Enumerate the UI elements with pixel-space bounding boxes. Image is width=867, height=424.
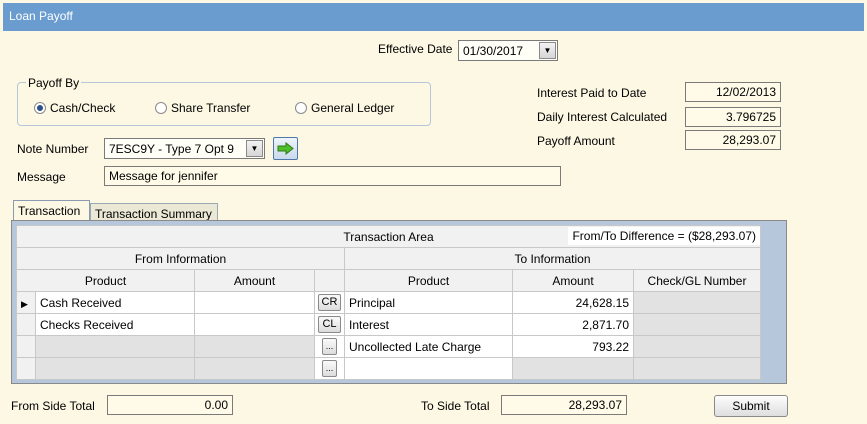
radio-general-ledger-label: General Ledger: [311, 101, 395, 115]
button-cell: CR: [314, 291, 345, 314]
ellipsis-button[interactable]: ...: [321, 338, 338, 355]
effective-date-value: 01/30/2017: [463, 44, 524, 58]
from-amount-cell[interactable]: [194, 313, 315, 336]
radio-cash-check[interactable]: Cash/Check: [34, 101, 115, 115]
to-amount-cell[interactable]: 793.22: [512, 335, 634, 358]
current-row-icon: ▶: [21, 298, 28, 309]
interest-paid-label: Interest Paid to Date: [537, 86, 647, 100]
transaction-area-title: Transaction Area: [343, 229, 434, 244]
radio-general-ledger[interactable]: General Ledger: [295, 101, 394, 115]
tab-transaction[interactable]: Transaction: [13, 200, 90, 222]
column-header-to-amount[interactable]: Amount: [512, 269, 634, 292]
radio-icon[interactable]: [295, 102, 307, 114]
to-product-cell[interactable]: Interest: [344, 313, 513, 336]
table-row[interactable]: ▶ Cash Received CR Principal 24,628.15: [16, 291, 761, 314]
to-product-cell[interactable]: [344, 357, 513, 380]
from-product-cell[interactable]: Cash Received: [35, 291, 195, 314]
note-number-value: 7ESC9Y - Type 7 Opt 9: [109, 142, 234, 156]
column-header-check-gl[interactable]: Check/GL Number: [633, 269, 761, 292]
difference-text: From/To Difference = ($28,293.07): [568, 227, 760, 245]
radio-cash-check-label: Cash/Check: [50, 101, 116, 115]
transaction-table: Transaction Area From/To Difference = ($…: [16, 225, 761, 380]
table-row[interactable]: Checks Received CL Interest 2,871.70: [16, 313, 761, 336]
column-header-from-amount[interactable]: Amount: [194, 269, 315, 292]
go-button[interactable]: [273, 137, 298, 160]
to-side-total-label: To Side Total: [421, 399, 490, 413]
to-side-total-field: 28,293.07: [501, 395, 627, 415]
message-label: Message: [17, 170, 66, 184]
note-number-select[interactable]: 7ESC9Y - Type 7 Opt 9 ▼: [104, 138, 265, 159]
note-number-label: Note Number: [17, 142, 89, 156]
from-product-cell[interactable]: [35, 335, 195, 358]
interest-paid-field: 12/02/2013: [685, 82, 781, 102]
daily-interest-label: Daily Interest Calculated: [537, 110, 668, 124]
radio-share-transfer[interactable]: Share Transfer: [155, 101, 250, 115]
transaction-area-header: Transaction Area From/To Difference = ($…: [16, 225, 761, 248]
from-amount-cell[interactable]: [194, 291, 315, 314]
row-selector[interactable]: [16, 357, 36, 380]
row-selector[interactable]: [16, 335, 36, 358]
to-amount-cell[interactable]: 2,871.70: [512, 313, 634, 336]
button-cell: CL: [314, 313, 345, 336]
to-amount-cell[interactable]: [512, 357, 634, 380]
radio-share-transfer-label: Share Transfer: [171, 101, 251, 115]
check-gl-cell[interactable]: [633, 335, 761, 358]
check-gl-cell[interactable]: [633, 313, 761, 336]
to-amount-cell[interactable]: 24,628.15: [512, 291, 634, 314]
tab-transaction-label: Transaction: [18, 204, 81, 218]
effective-date-select[interactable]: 01/30/2017 ▼: [458, 40, 558, 61]
from-side-total-field: 0.00: [107, 395, 233, 415]
effective-date-label: Effective Date: [378, 42, 453, 56]
from-amount-cell[interactable]: [194, 335, 315, 358]
to-product-cell[interactable]: Uncollected Late Charge: [344, 335, 513, 358]
payoff-by-label: Payoff By: [26, 76, 82, 90]
checks-received-button[interactable]: CL: [318, 316, 341, 333]
from-product-cell[interactable]: Checks Received: [35, 313, 195, 336]
to-product-cell[interactable]: Principal: [344, 291, 513, 314]
payoff-amount-label: Payoff Amount: [537, 134, 615, 148]
from-side-total-label: From Side Total: [11, 399, 95, 413]
check-gl-cell[interactable]: [633, 291, 761, 314]
payoff-amount-field: 28,293.07: [685, 130, 781, 150]
from-information-header: From Information: [16, 247, 345, 270]
arrow-right-icon: [277, 142, 294, 155]
radio-selected-icon[interactable]: [34, 102, 46, 114]
button-cell: ...: [314, 357, 345, 380]
chevron-down-icon[interactable]: ▼: [246, 140, 263, 157]
chevron-down-icon[interactable]: ▼: [539, 42, 556, 59]
submit-button[interactable]: Submit: [714, 395, 788, 417]
radio-icon[interactable]: [155, 102, 167, 114]
check-gl-cell[interactable]: [633, 357, 761, 380]
column-header-from-product[interactable]: Product: [16, 269, 195, 292]
tab-transaction-summary-label: Transaction Summary: [95, 207, 212, 221]
window-title-bar: Loan Payoff: [3, 3, 864, 31]
to-information-header: To Information: [344, 247, 761, 270]
transaction-grid: Transaction Area From/To Difference = ($…: [11, 220, 787, 384]
cash-received-button[interactable]: CR: [317, 294, 342, 311]
from-amount-cell[interactable]: [194, 357, 315, 380]
ellipsis-button[interactable]: ...: [321, 360, 338, 377]
row-selector[interactable]: ▶: [16, 291, 36, 314]
row-selector[interactable]: [16, 313, 36, 336]
message-field[interactable]: Message for jennifer: [104, 166, 561, 186]
column-header-button: [314, 269, 345, 292]
daily-interest-field: 3.796725: [685, 107, 781, 127]
table-row[interactable]: ... Uncollected Late Charge 793.22: [16, 335, 761, 358]
from-product-cell[interactable]: [35, 357, 195, 380]
column-header-to-product[interactable]: Product: [344, 269, 513, 292]
button-cell: ...: [314, 335, 345, 358]
table-row[interactable]: ...: [16, 357, 761, 380]
window-title: Loan Payoff: [9, 9, 73, 23]
